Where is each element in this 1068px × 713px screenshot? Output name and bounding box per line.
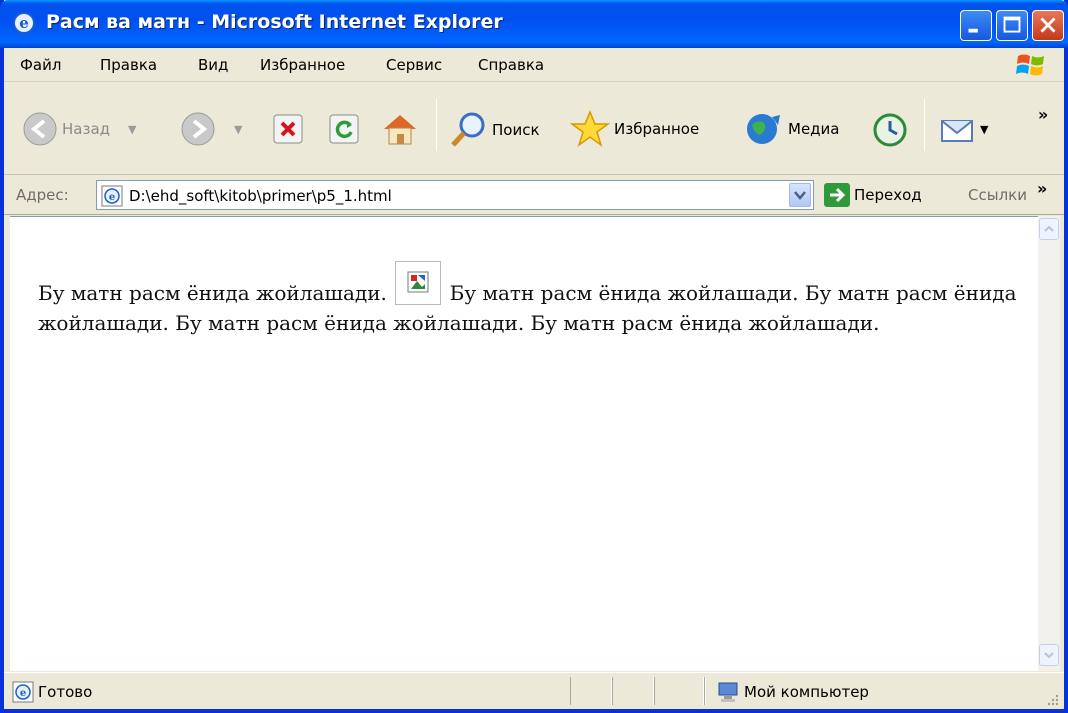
address-dropdown-button[interactable] xyxy=(789,183,811,207)
menu-view[interactable]: Вид xyxy=(198,56,228,74)
address-input[interactable]: e D:\ehd_soft\kitob\primer\p5_1.html xyxy=(96,180,814,210)
scroll-up-button[interactable] xyxy=(1039,218,1059,240)
browser-window: e Расм ва матн - Microsoft Internet Expl… xyxy=(0,0,1068,713)
search-icon xyxy=(451,112,485,147)
security-zone-text: Мой компьютер xyxy=(744,683,869,701)
menu-help[interactable]: Справка xyxy=(478,56,544,74)
vertical-scrollbar[interactable] xyxy=(1038,216,1060,671)
close-button[interactable] xyxy=(1032,10,1064,41)
toolbar-separator xyxy=(436,99,437,151)
menu-edit[interactable]: Правка xyxy=(100,56,157,74)
links-label[interactable]: Ссылки xyxy=(968,186,1027,204)
favorites-button[interactable]: Избранное xyxy=(570,109,699,149)
go-arrow-icon xyxy=(824,183,850,207)
search-label: Поиск xyxy=(492,121,540,139)
maximize-icon xyxy=(1003,16,1021,33)
svg-text:e: e xyxy=(109,192,115,203)
broken-image-placeholder-icon xyxy=(407,271,429,293)
address-label: Адрес: xyxy=(16,186,69,204)
chevron-down-icon xyxy=(1044,652,1054,659)
back-dropdown-icon[interactable]: ▼ xyxy=(128,123,136,136)
page-status-icon: e xyxy=(12,681,34,703)
status-bar: e Готово Мой компьютер xyxy=(4,672,1064,709)
my-computer-icon xyxy=(718,682,738,702)
menu-bar: Файл Правка Вид Избранное Сервис Справка xyxy=(4,48,1064,82)
svg-text:e: e xyxy=(20,688,26,699)
status-cell xyxy=(570,677,612,705)
standard-toolbar: Назад ▼ ▼ Поиск Избранное Медиа ▼ » xyxy=(4,83,1064,175)
favorites-label: Избранное xyxy=(614,120,700,138)
media-button[interactable]: Медиа xyxy=(744,111,839,147)
ie-app-icon: e xyxy=(13,12,35,34)
toolbar-separator-2 xyxy=(924,99,925,151)
toolbar-overflow-chevron-icon[interactable]: » xyxy=(1038,105,1048,124)
stop-icon[interactable] xyxy=(272,113,304,145)
page-ie-icon: e xyxy=(101,185,123,207)
page-content: Бу матн расм ёнида жойлашади. Бу матн ра… xyxy=(10,216,1042,671)
menu-file[interactable]: Файл xyxy=(20,56,61,74)
favorites-star-icon xyxy=(570,110,610,147)
mail-dropdown-icon[interactable]: ▼ xyxy=(980,123,988,136)
resize-grip-icon[interactable] xyxy=(1044,691,1060,707)
page-paragraph: Бу матн расм ёнида жойлашади. Бу матн ра… xyxy=(38,261,1028,338)
status-cell xyxy=(704,677,706,705)
chevron-up-icon xyxy=(1044,225,1054,232)
text-before-image: Бу матн расм ёнида жойлашади. xyxy=(38,281,387,305)
go-label: Переход xyxy=(854,186,922,204)
back-label: Назад xyxy=(62,120,111,138)
links-overflow-chevron-icon[interactable]: » xyxy=(1037,179,1047,198)
status-cell xyxy=(654,677,704,705)
back-arrow-icon xyxy=(23,112,57,146)
address-bar: Адрес: e D:\ehd_soft\kitob\primer\p5_1.h… xyxy=(4,175,1064,215)
forward-dropdown-icon[interactable]: ▼ xyxy=(234,123,242,136)
minimize-icon xyxy=(968,28,978,33)
forward-button[interactable]: ▼ xyxy=(180,111,242,147)
mail-button[interactable]: ▼ xyxy=(938,111,988,147)
address-url: D:\ehd_soft\kitob\primer\p5_1.html xyxy=(129,187,392,205)
go-button[interactable]: Переход xyxy=(824,183,922,207)
status-text: Готово xyxy=(38,683,93,701)
chevron-down-icon xyxy=(794,191,806,200)
close-icon xyxy=(1040,17,1056,33)
refresh-icon[interactable] xyxy=(328,113,360,145)
history-icon[interactable] xyxy=(870,111,910,149)
back-button[interactable]: Назад ▼ xyxy=(22,111,136,147)
media-icon xyxy=(747,114,780,144)
home-icon[interactable] xyxy=(380,109,420,147)
menu-favorites[interactable]: Избранное xyxy=(260,56,345,74)
menu-tools[interactable]: Сервис xyxy=(386,56,442,74)
svg-text:e: e xyxy=(19,14,29,32)
window-title: Расм ва матн - Microsoft Internet Explor… xyxy=(46,11,503,33)
status-cell xyxy=(612,677,654,705)
media-label: Медиа xyxy=(788,120,840,138)
minimize-button[interactable] xyxy=(960,10,992,41)
mail-icon xyxy=(941,120,973,142)
windows-logo-icon xyxy=(1016,54,1044,76)
maximize-button[interactable] xyxy=(996,10,1028,41)
scroll-down-button[interactable] xyxy=(1039,644,1059,666)
forward-arrow-icon xyxy=(181,112,215,146)
search-button[interactable]: Поиск xyxy=(448,110,540,150)
title-bar[interactable]: e Расм ва матн - Microsoft Internet Expl… xyxy=(0,0,1068,48)
broken-image-icon xyxy=(395,261,442,305)
